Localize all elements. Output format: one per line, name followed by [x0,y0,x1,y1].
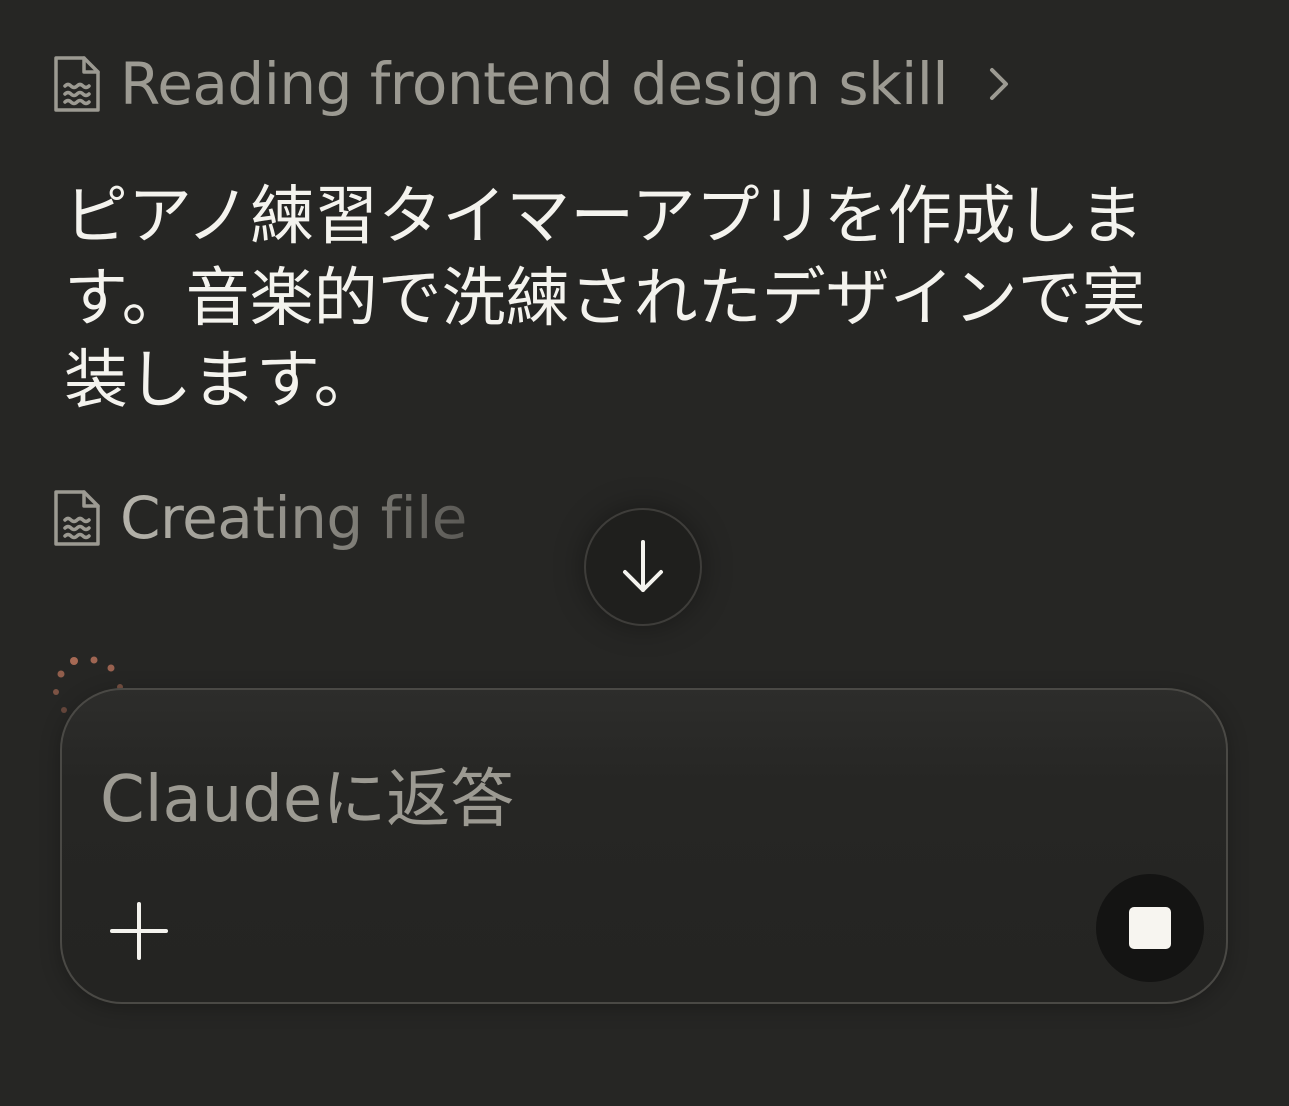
chat-view: Reading frontend design skill ピアノ練習タイマーア… [0,0,1289,1106]
reply-composer[interactable]: Claudeに返答 [60,688,1228,1004]
plus-icon [110,902,168,960]
scroll-to-bottom-button[interactable] [584,508,702,626]
stop-icon [1129,907,1171,949]
document-icon [52,487,102,549]
assistant-message: ピアノ練習タイマーアプリを作成します。音楽的で洗練されたデザインで実装します。 [64,180,1146,418]
step-creating-file[interactable]: Creating file [52,484,468,552]
chevron-right-icon [984,64,1012,104]
arrow-down-icon [619,538,667,596]
step-label: Reading frontend design skill [120,50,949,118]
step-label: Creating file [120,484,468,552]
document-icon [52,53,102,115]
step-reading-skill[interactable]: Reading frontend design skill [52,50,1012,118]
stop-generation-button[interactable] [1096,874,1204,982]
add-attachment-button[interactable] [104,896,174,966]
reply-input[interactable]: Claudeに返答 [100,748,514,840]
